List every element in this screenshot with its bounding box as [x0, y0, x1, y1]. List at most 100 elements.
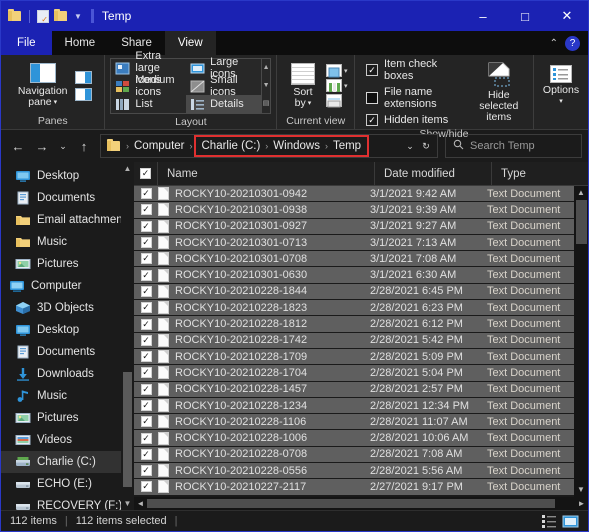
- table-row[interactable]: ✓ ROCKY10-20210301-0942 3/1/2021 9:42 AM Te…: [134, 186, 574, 203]
- table-row[interactable]: ✓ ROCKY10-20210228-0708 2/28/2021 7:08 AM T…: [134, 446, 574, 464]
- column-header-name[interactable]: Name: [158, 161, 375, 186]
- table-row[interactable]: ✓ ROCKY10-20210228-1812 2/28/2021 6:12 PM T…: [134, 316, 574, 333]
- tab-file[interactable]: File: [1, 31, 52, 55]
- scroll-left-icon[interactable]: ◄: [134, 499, 147, 508]
- layout-option-small-icons[interactable]: Small icons: [186, 74, 261, 98]
- checkbox-icon[interactable]: ✓: [140, 481, 152, 493]
- item-check-boxes-row[interactable]: ✓ Item check boxes: [366, 58, 464, 82]
- row-checkbox[interactable]: ✓: [134, 269, 158, 281]
- new-folder-icon[interactable]: [54, 8, 70, 24]
- scroll-down-icon[interactable]: ▼: [124, 497, 132, 510]
- collapse-ribbon-icon[interactable]: ⌃: [550, 38, 558, 49]
- hidden-items-row[interactable]: ✓ Hidden items: [366, 114, 464, 126]
- scroll-up-icon[interactable]: ▲: [124, 162, 132, 175]
- preview-pane-icon[interactable]: [74, 70, 92, 84]
- checkbox-icon[interactable]: ✓: [140, 416, 152, 428]
- table-row[interactable]: ✓ ROCKY10-20210301-0927 3/1/2021 9:27 AM Te…: [134, 218, 574, 235]
- layout-option-list[interactable]: List: [111, 95, 186, 113]
- tab-home[interactable]: Home: [52, 31, 109, 55]
- column-header-type[interactable]: Type: [492, 162, 588, 186]
- checkbox-icon[interactable]: ✓: [140, 334, 152, 346]
- layout-gallery-scroll[interactable]: ▲ ▼ ▤: [261, 58, 272, 114]
- row-checkbox[interactable]: ✓: [134, 465, 158, 477]
- sidebar-item-charlie-c[interactable]: Charlie (C:): [1, 451, 134, 473]
- sidebar-item-documents[interactable]: Documents: [1, 341, 134, 363]
- table-row[interactable]: ✓ ROCKY10-20210228-1234 2/28/2021 12:34 PM…: [134, 397, 574, 415]
- checkbox-icon[interactable]: ✓: [140, 351, 152, 363]
- sidebar-item-pictures[interactable]: Pictures: [1, 407, 134, 429]
- layout-option-medium-icons[interactable]: Medium icons: [111, 74, 186, 98]
- details-view-icon[interactable]: [541, 514, 558, 529]
- chevron-down-icon[interactable]: ▼: [74, 12, 82, 21]
- breadcrumb[interactable]: › Computer › Charlie (C:) › Windows › Te…: [100, 134, 438, 158]
- breadcrumb-dropdown-icon[interactable]: ⌄: [402, 134, 418, 158]
- row-checkbox[interactable]: ✓: [134, 334, 158, 346]
- row-checkbox[interactable]: ✓: [134, 481, 158, 493]
- table-row[interactable]: ✓ ROCKY10-20210227-2117 2/27/2021 9:17 PM T…: [134, 479, 574, 496]
- folder-icon[interactable]: [8, 8, 24, 24]
- options-button[interactable]: Options ▾: [539, 63, 583, 109]
- help-icon[interactable]: ?: [565, 35, 580, 51]
- file-list-scrollbar[interactable]: ▲ ▼: [574, 186, 588, 497]
- file-name-extensions-row[interactable]: File name extensions: [366, 86, 464, 110]
- select-all-checkbox[interactable]: ✓: [134, 161, 158, 186]
- sidebar-item-videos[interactable]: Videos: [1, 429, 134, 451]
- maximize-button[interactable]: □: [504, 1, 546, 31]
- row-checkbox[interactable]: ✓: [134, 416, 158, 428]
- sidebar-item-echo-e[interactable]: ECHO (E:): [1, 473, 134, 495]
- forward-button[interactable]: →: [31, 134, 53, 158]
- table-row[interactable]: ✓ ROCKY10-20210301-0938 3/1/2021 9:39 AM Te…: [134, 202, 574, 219]
- checkbox-icon[interactable]: ✓: [140, 383, 152, 395]
- sidebar-item-3d-objects[interactable]: 3D Objects: [1, 297, 134, 319]
- file-list-scroll-thumb[interactable]: [576, 200, 587, 244]
- refresh-icon[interactable]: ↻: [418, 134, 434, 158]
- sidebar-item-recovery-f[interactable]: RECOVERY (F:): [1, 495, 134, 510]
- sidebar-item-computer[interactable]: Computer: [1, 275, 134, 297]
- sidebar-item-documents[interactable]: Documents: [1, 187, 134, 209]
- sidebar-item-desktop[interactable]: Desktop: [1, 319, 134, 341]
- minimize-button[interactable]: –: [462, 1, 504, 31]
- recent-locations-button[interactable]: ⌄: [55, 134, 71, 158]
- checkbox-icon[interactable]: ✓: [140, 465, 152, 477]
- checkbox-icon[interactable]: ✓: [140, 237, 152, 249]
- breadcrumb-item-charlie-c[interactable]: Charlie (C:): [198, 135, 265, 157]
- layout-option-details[interactable]: Details: [186, 95, 261, 113]
- breadcrumb-item-windows[interactable]: Windows: [269, 135, 324, 157]
- sidebar-item-email-attachments[interactable]: Email attachments: [1, 209, 134, 231]
- navigation-pane-button[interactable]: Navigation pane ▾: [14, 61, 72, 110]
- table-row[interactable]: ✓ ROCKY10-20210228-1742 2/28/2021 5:42 PM T…: [134, 332, 574, 349]
- navigation-scroll-thumb[interactable]: [123, 372, 132, 487]
- row-checkbox[interactable]: ✓: [134, 383, 158, 395]
- sidebar-item-downloads[interactable]: Downloads: [1, 363, 134, 385]
- checkbox-icon[interactable]: ✓: [140, 285, 152, 297]
- checkbox-icon[interactable]: ✓: [140, 400, 152, 411]
- table-row[interactable]: ✓ ROCKY10-20210301-0713 3/1/2021 7:13 AM Te…: [134, 234, 574, 252]
- checkbox-icon[interactable]: ✓: [140, 318, 152, 330]
- checkbox-icon[interactable]: ✓: [140, 253, 152, 265]
- sidebar-item-pictures[interactable]: Pictures: [1, 253, 134, 275]
- table-row[interactable]: ✓ ROCKY10-20210228-1823 2/28/2021 6:23 PM T…: [134, 300, 574, 317]
- checkbox-icon[interactable]: ✓: [140, 432, 152, 444]
- row-checkbox[interactable]: ✓: [134, 318, 158, 330]
- table-row[interactable]: ✓ ROCKY10-20210228-1106 2/28/2021 11:07 AM…: [134, 414, 574, 431]
- checkbox-icon[interactable]: ✓: [140, 168, 151, 179]
- table-row[interactable]: ✓ ROCKY10-20210228-1844 2/28/2021 6:45 PM T…: [134, 283, 574, 301]
- table-row[interactable]: ✓ ROCKY10-20210301-0630 3/1/2021 6:30 AM Te…: [134, 267, 574, 284]
- close-button[interactable]: ✕: [546, 1, 588, 31]
- row-checkbox[interactable]: ✓: [134, 188, 158, 200]
- sort-by-button[interactable]: Sort by ▾: [284, 61, 322, 111]
- add-columns-button[interactable]: ▾: [325, 64, 347, 78]
- properties-icon[interactable]: [35, 8, 51, 24]
- table-row[interactable]: ✓ ROCKY10-20210228-1006 2/28/2021 10:06 AM…: [134, 430, 574, 447]
- checkbox-icon[interactable]: ✓: [140, 220, 152, 232]
- checkbox-icon[interactable]: ✓: [366, 64, 378, 76]
- table-row[interactable]: ✓ ROCKY10-20210228-1704 2/28/2021 5:04 PM T…: [134, 365, 574, 382]
- file-list-hscrollbar[interactable]: ◄ ►: [134, 497, 588, 510]
- hide-selected-items-button[interactable]: Hide selected items: [470, 60, 528, 125]
- group-by-button[interactable]: ▾: [325, 79, 347, 92]
- column-header-date-modified[interactable]: Date modified: [375, 161, 492, 186]
- row-checkbox[interactable]: ✓: [134, 302, 158, 314]
- row-checkbox[interactable]: ✓: [134, 448, 158, 460]
- row-checkbox[interactable]: ✓: [134, 253, 158, 265]
- checkbox-icon[interactable]: ✓: [366, 114, 378, 126]
